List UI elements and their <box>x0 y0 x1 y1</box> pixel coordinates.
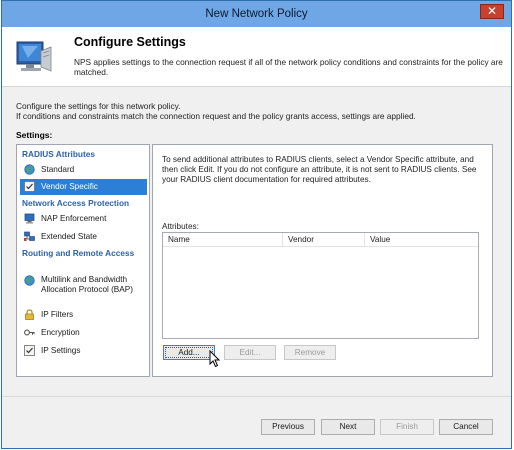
intro-line-2: If conditions and constraints match the … <box>16 111 416 121</box>
settings-label: Settings: <box>16 130 53 140</box>
globe-icon <box>24 275 35 286</box>
vendor-specific-description: To send additional attributes to RADIUS … <box>162 155 477 184</box>
title-bar[interactable]: New Network Policy ✕ <box>2 1 511 27</box>
footer-separator <box>2 396 511 397</box>
cancel-button[interactable]: Cancel <box>439 419 493 435</box>
nav-group-routing-and-remote-access: Routing and Remote Access <box>22 248 135 258</box>
nav-group-network-access-protection: Network Access Protection <box>22 198 130 208</box>
next-button[interactable]: Next <box>321 419 375 435</box>
nav-item-label: Vendor Specific <box>41 182 98 191</box>
attributes-header: Name Vendor Value <box>163 233 478 247</box>
header-panel: Configure Settings NPS applies settings … <box>2 27 511 87</box>
close-button[interactable]: ✕ <box>480 4 504 19</box>
remove-button[interactable]: Remove <box>284 345 336 360</box>
checklist-icon <box>24 181 35 192</box>
column-header-value[interactable]: Value <box>365 233 478 247</box>
nav-item-ip-settings[interactable]: IP Settings <box>20 343 147 359</box>
attributes-label: Attributes: <box>162 222 199 231</box>
nav-item-label: Multilink and Bandwidth Allocation Proto… <box>41 275 133 294</box>
checklist-icon <box>24 345 35 356</box>
nav-item-ip-filters[interactable]: IP Filters <box>20 307 147 323</box>
add-button[interactable]: Add... <box>163 345 215 360</box>
settings-nav: RADIUS Attributes Standard Vendor Specif… <box>16 144 150 377</box>
intro-text: Configure the settings for this network … <box>16 101 506 121</box>
finish-button[interactable]: Finish <box>380 419 434 435</box>
nav-item-standard[interactable]: Standard <box>20 162 147 178</box>
edit-button[interactable]: Edit... <box>224 345 276 360</box>
monitor-settings-icon <box>16 41 52 72</box>
lock-icon <box>25 309 34 320</box>
attributes-list[interactable]: Name Vendor Value <box>162 232 479 339</box>
nav-item-multilink-bap[interactable]: Multilink and Bandwidth Allocation Proto… <box>20 272 147 304</box>
intro-line-1: Configure the settings for this network … <box>16 101 181 111</box>
computer-icon <box>24 213 35 224</box>
network-icon <box>24 231 35 241</box>
previous-button[interactable]: Previous <box>261 419 315 435</box>
mouse-pointer-icon <box>209 350 221 368</box>
nav-group-radius-attributes: RADIUS Attributes <box>22 149 95 159</box>
page-title: Configure Settings <box>74 35 186 49</box>
key-icon <box>24 329 35 336</box>
column-header-name[interactable]: Name <box>163 233 283 247</box>
window-title: New Network Policy <box>205 8 308 20</box>
column-header-vendor[interactable]: Vendor <box>283 233 365 247</box>
globe-icon <box>24 164 35 175</box>
new-network-policy-dialog: New Network Policy ✕ Configure Settings … <box>1 0 512 449</box>
nav-item-label: Extended State <box>41 232 97 241</box>
nav-item-label: IP Filters <box>41 310 74 319</box>
nav-item-label: NAP Enforcement <box>41 214 107 223</box>
header-description: NPS applies settings to the connection r… <box>74 57 503 77</box>
nav-item-label: Standard <box>41 165 75 174</box>
vendor-specific-panel: To send additional attributes to RADIUS … <box>152 144 493 377</box>
nav-item-vendor-specific[interactable]: Vendor Specific <box>20 179 147 195</box>
nav-item-extended-state[interactable]: Extended State <box>20 229 147 245</box>
nav-item-nap-enforcement[interactable]: NAP Enforcement <box>20 211 147 227</box>
nav-item-encryption[interactable]: Encryption <box>20 325 147 341</box>
nav-item-label: IP Settings <box>41 346 81 355</box>
nav-item-label: Encryption <box>41 328 80 337</box>
